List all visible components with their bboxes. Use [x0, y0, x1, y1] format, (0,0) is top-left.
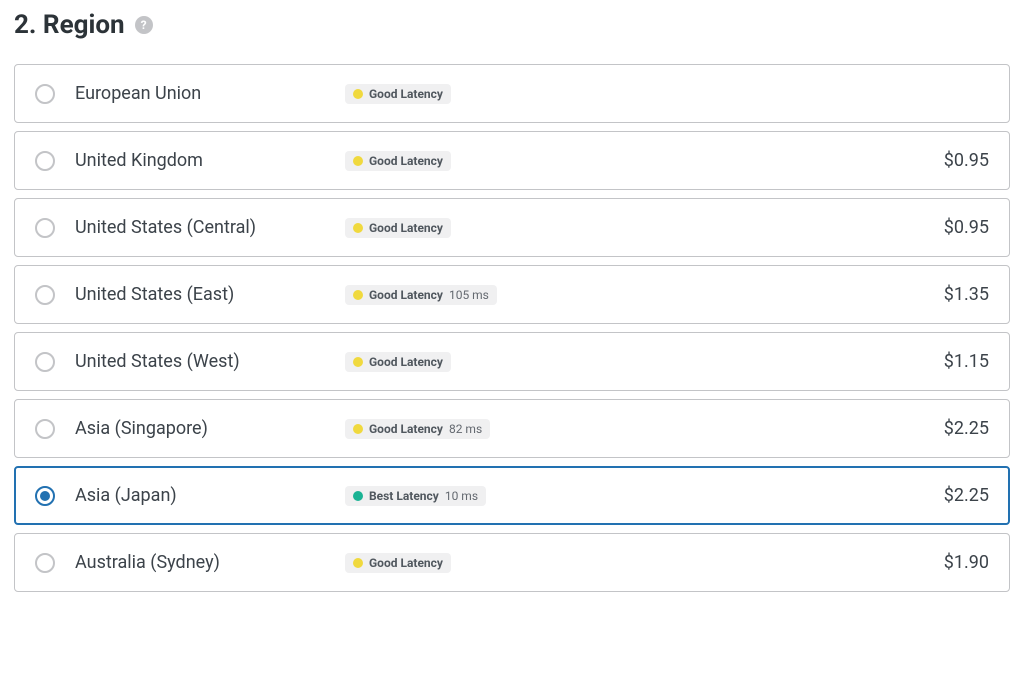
latency-badge: Good Latency	[345, 218, 451, 238]
latency-label: Best Latency	[369, 489, 439, 503]
latency-good-icon	[353, 156, 363, 166]
region-price: $1.35	[944, 284, 989, 305]
region-name: United States (Central)	[75, 217, 345, 238]
latency-label: Good Latency	[369, 422, 443, 436]
region-price: $0.95	[944, 150, 989, 171]
latency-label: Good Latency	[369, 288, 443, 302]
region-price: $2.25	[944, 418, 989, 439]
region-name: United States (East)	[75, 284, 345, 305]
latency-badge: Good Latency 82 ms	[345, 419, 490, 439]
latency-label: Good Latency	[369, 87, 443, 101]
section-title: 2. Region	[14, 10, 125, 40]
region-row-asia-japan[interactable]: Asia (Japan) Best Latency 10 ms $2.25	[14, 466, 1010, 525]
radio-icon[interactable]	[35, 84, 55, 104]
region-row-eu[interactable]: European Union Good Latency	[14, 64, 1010, 123]
region-name: Australia (Sydney)	[75, 552, 345, 573]
region-row-asia-singapore[interactable]: Asia (Singapore) Good Latency 82 ms $2.25	[14, 399, 1010, 458]
latency-good-icon	[353, 357, 363, 367]
latency-badge: Good Latency	[345, 84, 451, 104]
region-price: $0.95	[944, 217, 989, 238]
region-row-us-west[interactable]: United States (West) Good Latency $1.15	[14, 332, 1010, 391]
latency-good-icon	[353, 290, 363, 300]
latency-good-icon	[353, 558, 363, 568]
latency-label: Good Latency	[369, 221, 443, 235]
radio-icon[interactable]	[35, 419, 55, 439]
region-row-au-sydney[interactable]: Australia (Sydney) Good Latency $1.90	[14, 533, 1010, 592]
radio-icon[interactable]	[35, 553, 55, 573]
radio-icon[interactable]	[35, 285, 55, 305]
radio-icon[interactable]	[35, 352, 55, 372]
latency-badge: Good Latency	[345, 151, 451, 171]
latency-label: Good Latency	[369, 154, 443, 168]
latency-best-icon	[353, 491, 363, 501]
region-list: European UnionGood LatencyUnited Kingdom…	[14, 64, 1010, 592]
latency-good-icon	[353, 89, 363, 99]
latency-ms: 10 ms	[445, 489, 478, 503]
radio-inner-icon	[40, 491, 50, 501]
region-row-us-east[interactable]: United States (East) Good Latency 105 ms $1…	[14, 265, 1010, 324]
radio-icon[interactable]	[35, 151, 55, 171]
radio-icon[interactable]	[35, 218, 55, 238]
region-name: European Union	[75, 83, 345, 104]
latency-good-icon	[353, 424, 363, 434]
region-price: $1.15	[944, 351, 989, 372]
region-name: United States (West)	[75, 351, 345, 372]
latency-ms: 105 ms	[449, 288, 489, 302]
latency-label: Good Latency	[369, 556, 443, 570]
region-price: $1.90	[944, 552, 989, 573]
section-header: 2. Region ?	[14, 10, 1010, 40]
latency-good-icon	[353, 223, 363, 233]
latency-badge: Best Latency 10 ms	[345, 486, 486, 506]
latency-badge: Good Latency	[345, 553, 451, 573]
radio-icon[interactable]	[35, 486, 55, 506]
latency-badge: Good Latency	[345, 352, 451, 372]
region-row-us-central[interactable]: United States (Central) Good Latency $0.95	[14, 198, 1010, 257]
latency-badge: Good Latency 105 ms	[345, 285, 497, 305]
help-icon[interactable]: ?	[135, 16, 153, 34]
latency-label: Good Latency	[369, 355, 443, 369]
region-name: Asia (Japan)	[75, 485, 345, 506]
region-price: $2.25	[944, 485, 989, 506]
latency-ms: 82 ms	[449, 422, 482, 436]
region-name: Asia (Singapore)	[75, 418, 345, 439]
region-row-uk[interactable]: United Kingdom Good Latency $0.95	[14, 131, 1010, 190]
region-name: United Kingdom	[75, 150, 345, 171]
